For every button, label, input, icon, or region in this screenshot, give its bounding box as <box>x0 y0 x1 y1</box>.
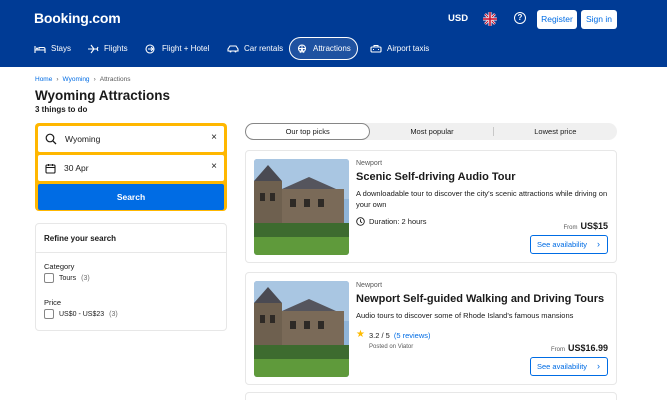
filter-count: (3) <box>109 310 118 318</box>
nav-stays[interactable]: Stays <box>28 37 77 60</box>
nav-label: Flights <box>104 44 128 53</box>
results-count: 3 things to do <box>35 105 88 114</box>
rating-score: 3.2 / 5 <box>368 330 390 340</box>
filter-option-label: Tours <box>59 274 77 282</box>
tab-top-picks[interactable]: Our top picks <box>245 123 371 140</box>
main-content: Home › Wyoming › Attractions Wyoming Att… <box>0 67 667 400</box>
nav-label: Flight + Hotel <box>162 44 210 53</box>
top-header: Booking.com USD ? Register Sign in Stays… <box>0 0 667 67</box>
refine-panel: Refine your search Category Tours (3) Pr… <box>35 223 227 331</box>
date-field[interactable]: 30 Apr × <box>38 155 224 181</box>
help-icon[interactable]: ? <box>514 12 526 24</box>
duration-text: Duration: 2 hours <box>369 217 427 226</box>
price-from-label: From <box>563 225 578 231</box>
calendar-icon <box>45 163 56 174</box>
currency-selector[interactable]: USD <box>448 13 468 24</box>
price-label: Price <box>44 298 62 307</box>
chevron-right-icon: › <box>56 76 59 83</box>
page-title: Wyoming Attractions <box>35 88 171 103</box>
destination-value: Wyoming <box>65 134 101 144</box>
button-label: See availability <box>537 240 588 249</box>
nav-label: Car rentals <box>244 44 284 53</box>
booking-logo[interactable]: Booking.com <box>34 10 121 26</box>
price-value: US$16.99 <box>567 343 608 353</box>
signin-button[interactable]: Sign in <box>581 10 617 29</box>
destination-field[interactable]: Wyoming × <box>38 126 224 152</box>
see-availability-button[interactable]: See availability › <box>530 357 608 376</box>
filter-count: (3) <box>81 274 90 282</box>
search-button[interactable]: Search <box>38 184 224 210</box>
breadcrumb-wyoming[interactable]: Wyoming <box>63 76 90 83</box>
card-location: Newport <box>356 160 383 167</box>
search-panel: Wyoming × 30 Apr × Search <box>35 123 227 211</box>
flight-hotel-icon <box>145 43 155 54</box>
date-value: 30 Apr <box>64 163 89 173</box>
result-card[interactable]: Newport Newport Self-guided Walking and … <box>245 272 617 385</box>
tours-checkbox[interactable] <box>44 273 54 283</box>
tour-photo[interactable] <box>254 281 349 377</box>
result-card[interactable] <box>245 392 617 400</box>
filter-option-label: US$0 - US$23 <box>59 310 105 318</box>
card-title[interactable]: Newport Self-guided Walking and Driving … <box>356 293 604 305</box>
register-button[interactable]: Register <box>537 10 577 29</box>
filter-tours[interactable]: Tours (3) <box>44 273 90 283</box>
chevron-right-icon: › <box>597 239 600 249</box>
ferris-wheel-icon <box>297 43 307 53</box>
button-label: See availability <box>537 362 588 371</box>
nav-car-rentals[interactable]: Car rentals <box>221 37 289 60</box>
card-title[interactable]: Scenic Self-driving Audio Tour <box>356 171 516 183</box>
clock-icon <box>356 217 365 226</box>
sort-tabs: Our top picks Most popular Lowest price <box>245 123 617 140</box>
clear-destination-icon[interactable]: × <box>211 133 217 143</box>
plane-icon <box>88 44 99 53</box>
card-description: A downloadable tour to discover the city… <box>356 189 608 209</box>
price-value: US$15 <box>580 221 608 231</box>
nav-label: Attractions <box>313 44 351 53</box>
taxi-icon <box>370 44 382 53</box>
uk-flag-icon[interactable] <box>483 12 497 26</box>
rating-info: ★ 3.2 / 5 (5 reviews) <box>356 330 431 340</box>
posted-on-label: Posted on Viator <box>369 344 414 350</box>
see-availability-button[interactable]: See availability › <box>530 235 608 254</box>
price: From US$15 <box>563 221 608 231</box>
duration-info: Duration: 2 hours <box>356 217 427 226</box>
nav-airport-taxis[interactable]: Airport taxis <box>364 37 435 60</box>
breadcrumb-home[interactable]: Home <box>35 76 52 83</box>
result-card[interactable]: Newport Scenic Self-driving Audio Tour A… <box>245 150 617 263</box>
clear-date-icon[interactable]: × <box>211 162 217 172</box>
reviews-link[interactable]: (5 reviews) <box>394 331 431 340</box>
nav-flights[interactable]: Flights <box>81 37 134 60</box>
nav-attractions[interactable]: Attractions <box>289 37 358 60</box>
category-label: Category <box>44 262 75 271</box>
price: From US$16.99 <box>551 343 608 353</box>
star-icon: ★ <box>356 329 365 340</box>
car-icon <box>227 44 239 52</box>
refine-title: Refine your search <box>44 234 117 243</box>
chevron-right-icon: › <box>93 76 96 83</box>
card-description: Audio tours to discover some of Rhode Is… <box>356 311 574 320</box>
tab-most-popular[interactable]: Most popular <box>370 123 493 140</box>
tour-photo[interactable] <box>254 159 349 255</box>
breadcrumb-current: Attractions <box>99 76 131 83</box>
chevron-right-icon: › <box>597 361 600 371</box>
filter-price-range[interactable]: US$0 - US$23 (3) <box>44 309 118 319</box>
search-icon <box>45 133 57 145</box>
bed-icon <box>34 45 46 53</box>
divider <box>36 252 226 253</box>
breadcrumb: Home › Wyoming › Attractions <box>35 76 130 83</box>
price-checkbox[interactable] <box>44 309 54 319</box>
card-location: Newport <box>356 282 383 289</box>
nav-label: Airport taxis <box>387 44 430 53</box>
nav-flight-hotel[interactable]: Flight + Hotel <box>139 37 215 60</box>
price-from-label: From <box>550 347 565 353</box>
tab-lowest-price[interactable]: Lowest price <box>494 123 617 140</box>
nav-label: Stays <box>51 44 72 53</box>
